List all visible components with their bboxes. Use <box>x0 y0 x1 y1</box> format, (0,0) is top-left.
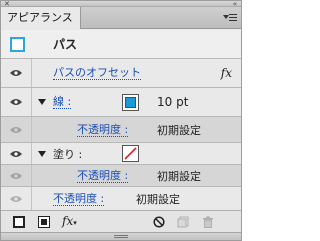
stroke-color-swatch[interactable] <box>122 94 139 111</box>
none-swatch-icon <box>124 147 137 160</box>
dropdown-arrow-icon: ▾ <box>73 219 77 227</box>
panel-toolbar: fx▾ <box>1 210 241 232</box>
add-effect-label: fx <box>62 214 74 228</box>
object-header-row: パス <box>1 30 241 59</box>
tab-bar: アピアランス <box>1 7 241 29</box>
stroke-opacity-link[interactable]: 不透明度 : <box>77 123 129 137</box>
add-effect-icon[interactable]: fx▾ <box>62 214 82 228</box>
fill-none-swatch[interactable] <box>122 145 139 162</box>
stroke-opacity-value: 初期設定 <box>157 123 201 137</box>
column-divider <box>31 117 32 142</box>
disclosure-triangle-icon[interactable] <box>38 150 46 157</box>
object-opacity-value: 初期設定 <box>136 192 180 206</box>
object-type-label: パス <box>53 37 78 52</box>
eye-icon[interactable] <box>10 150 22 158</box>
column-divider <box>31 88 32 116</box>
eye-icon[interactable] <box>10 98 22 106</box>
menu-line <box>229 14 237 15</box>
duplicate-item-icon[interactable] <box>177 216 189 228</box>
appearance-panel: ✕ « アピアランス パス パスのオフセット fx 線 : 10 pt 不透明度… <box>0 0 242 241</box>
menu-line <box>229 17 237 18</box>
resize-grip[interactable] <box>1 232 241 240</box>
fill-opacity-row[interactable]: 不透明度 : 初期設定 <box>1 165 241 187</box>
stroke-link[interactable]: 線 : <box>53 95 72 109</box>
disclosure-triangle-icon[interactable] <box>38 99 46 105</box>
tab-appearance[interactable]: アピアランス <box>1 7 81 29</box>
clear-appearance-icon[interactable] <box>153 216 165 228</box>
effect-row-path-offset[interactable]: パスのオフセット fx <box>1 59 241 88</box>
eye-icon[interactable] <box>10 69 22 77</box>
fill-label[interactable]: 塗り : <box>53 146 82 162</box>
object-opacity-row[interactable]: 不透明度 : 初期設定 <box>1 187 241 210</box>
delete-item-icon[interactable] <box>202 216 214 228</box>
column-divider <box>31 59 32 87</box>
object-opacity-link[interactable]: 不透明度 : <box>53 192 105 206</box>
stroke-opacity-row[interactable]: 不透明度 : 初期設定 <box>1 117 241 143</box>
eye-icon[interactable] <box>10 126 22 134</box>
add-new-stroke-icon[interactable] <box>13 216 25 228</box>
grip-lines <box>114 235 128 238</box>
fill-opacity-value: 初期設定 <box>157 169 201 183</box>
eye-icon[interactable] <box>10 172 22 180</box>
column-divider <box>31 143 32 164</box>
column-divider <box>31 165 32 186</box>
fill-row[interactable]: 塗り : <box>1 143 241 165</box>
eye-icon[interactable] <box>10 195 22 203</box>
path-offset-link[interactable]: パスのオフセット <box>53 66 141 80</box>
object-thumbnail <box>10 37 25 52</box>
stroke-row[interactable]: 線 : 10 pt <box>1 88 241 117</box>
fx-icon[interactable]: fx <box>221 66 232 80</box>
add-new-fill-icon[interactable] <box>38 216 50 228</box>
column-divider <box>31 187 32 210</box>
stroke-color-fill <box>125 97 136 108</box>
menu-line <box>229 20 237 21</box>
fill-opacity-link[interactable]: 不透明度 : <box>77 169 129 183</box>
stroke-weight-value[interactable]: 10 pt <box>157 95 188 109</box>
panel-menu-icon[interactable] <box>223 13 237 23</box>
